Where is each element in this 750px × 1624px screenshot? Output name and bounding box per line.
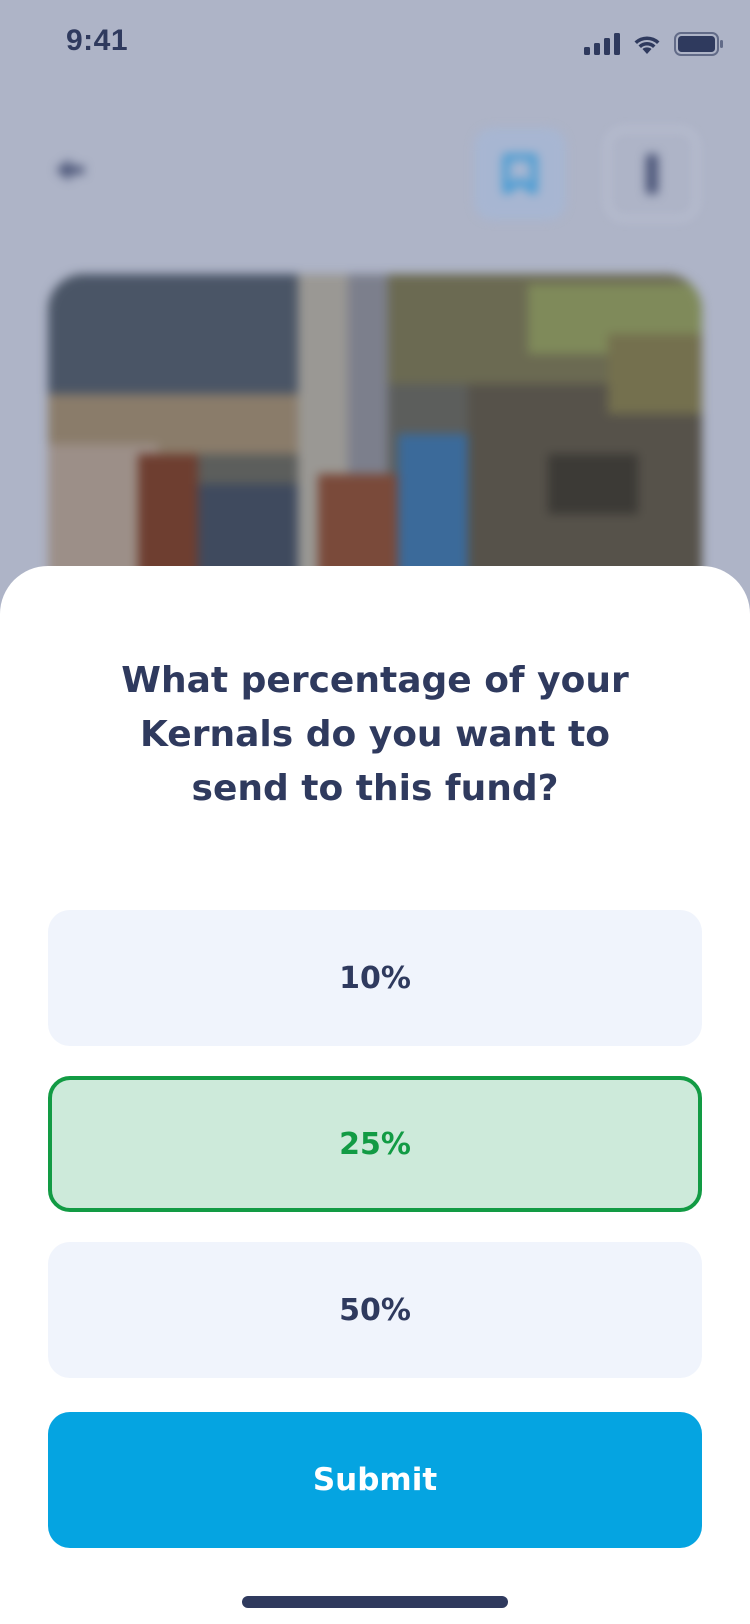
question-line: send to this fund? — [191, 768, 559, 809]
home-indicator — [242, 1596, 508, 1608]
submit-button[interactable]: Submit — [48, 1412, 702, 1548]
bookmark-button[interactable] — [474, 128, 566, 220]
bookmark-icon — [503, 154, 537, 194]
option-25-percent[interactable]: 25% — [48, 1076, 702, 1212]
question-text: What percentage of your Kernals do you w… — [0, 654, 750, 816]
more-icon — [646, 154, 658, 194]
arrow-left-icon — [56, 159, 84, 181]
question-line: Kernals do you want to — [140, 714, 610, 755]
more-button[interactable] — [606, 128, 698, 220]
option-10-percent[interactable]: 10% — [48, 910, 702, 1046]
aerial-town-photo — [48, 274, 702, 614]
hero-image — [48, 274, 702, 614]
question-line: What percentage of your — [121, 660, 629, 701]
percentage-bottom-sheet: What percentage of your Kernals do you w… — [0, 566, 750, 1624]
option-50-percent[interactable]: 50% — [48, 1242, 702, 1378]
back-button[interactable] — [52, 155, 88, 189]
